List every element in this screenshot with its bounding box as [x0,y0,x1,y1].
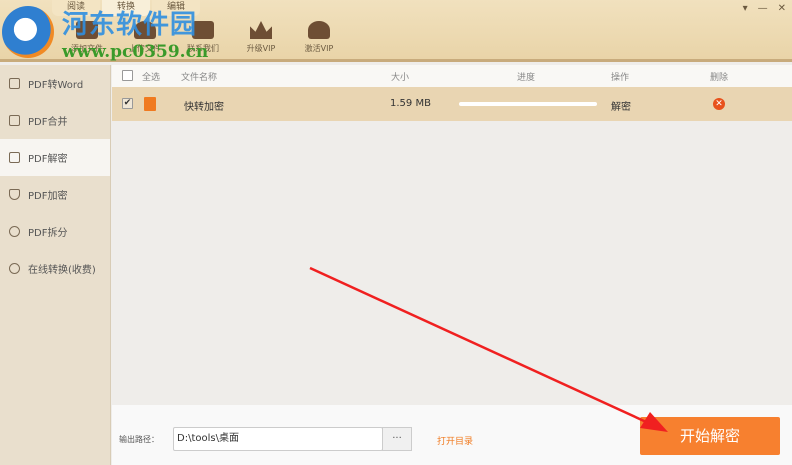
decrypt-action-link[interactable]: 解密 [611,98,631,113]
row-checkbox[interactable]: ✔ [122,98,133,109]
activate-vip-button[interactable]: 激活VIP [290,18,348,54]
merge-icon [9,115,20,126]
cloud-icon [9,263,20,274]
lock-icon [9,152,20,163]
browse-button[interactable]: ··· [382,427,412,451]
sidebar-item-label: PDF拆分 [28,228,68,239]
bottom-bar: 输出路径： D:\tools\桌面 ··· 打开目录 开始解密 [112,405,792,465]
header-size: 大小 [391,72,410,83]
split-icon [9,226,20,237]
header-select-all: 全选 [142,72,161,83]
sidebar-item-online[interactable]: 在线转换(收费) [0,250,110,287]
shield-icon [9,189,20,200]
sidebar-item-decrypt[interactable]: PDF解密 [0,139,110,176]
tool-label: 激活VIP [304,44,334,53]
close-button[interactable]: ✕ [778,3,786,14]
sidebar-item-label: PDF合并 [28,117,68,128]
start-decrypt-button[interactable]: 开始解密 [640,417,780,455]
header-delete: 删除 [710,72,729,83]
select-all-checkbox[interactable] [122,70,133,81]
upgrade-vip-button[interactable]: 升级VIP [232,18,290,54]
table-header: 全选 文件名称 大小 进度 操作 删除 [112,65,792,87]
progress-bar [459,102,597,106]
sidebar-item-label: PDF解密 [28,154,68,165]
watermark-url: www.pc0359.cn [62,42,209,62]
sidebar-item-split[interactable]: PDF拆分 [0,213,110,250]
file-table: 全选 文件名称 大小 进度 操作 删除 ✔ 快转加密 1.59 MB 解密 ✕ [112,65,792,405]
sidebar-item-pdf-to-word[interactable]: PDF转Word [0,65,110,102]
header-name: 文件名称 [181,72,218,83]
menu-button[interactable]: ▾ [743,3,748,14]
open-directory-link[interactable]: 打开目录 [437,434,473,447]
tool-label: 升级VIP [246,44,276,53]
word-icon [9,78,20,89]
sidebar-item-label: 在线转换(收费) [28,265,96,276]
output-path-label: 输出路径： [119,435,159,444]
file-size: 1.59 MB [390,98,431,109]
sidebar-item-encrypt[interactable]: PDF加密 [0,176,110,213]
header-action: 操作 [611,72,630,83]
header: 阅读 转换 编辑 添加文件 上传文件 联系我们 升级VIP 激活VIP 河东软件… [0,0,792,62]
header-progress: 进度 [517,72,536,83]
minimize-button[interactable]: — [758,3,768,14]
pdf-file-icon [144,97,156,111]
watermark-name: 河东软件园 [62,10,198,40]
user-check-icon [308,21,330,39]
sidebar: PDF转Word PDF合并 PDF解密 PDF加密 PDF拆分 在线转换(收费… [0,65,111,465]
sidebar-item-label: PDF转Word [28,80,84,91]
delete-icon[interactable]: ✕ [713,98,725,110]
crown-icon [250,21,272,39]
file-name: 快转加密 [184,102,224,113]
sidebar-item-label: PDF加密 [28,191,68,202]
logo-icon [2,6,54,58]
window-controls: ▾ — ✕ [743,3,786,14]
sidebar-item-merge[interactable]: PDF合并 [0,102,110,139]
output-path-input[interactable]: D:\tools\桌面 [173,427,383,451]
table-row[interactable]: ✔ 快转加密 1.59 MB 解密 ✕ [112,87,792,121]
